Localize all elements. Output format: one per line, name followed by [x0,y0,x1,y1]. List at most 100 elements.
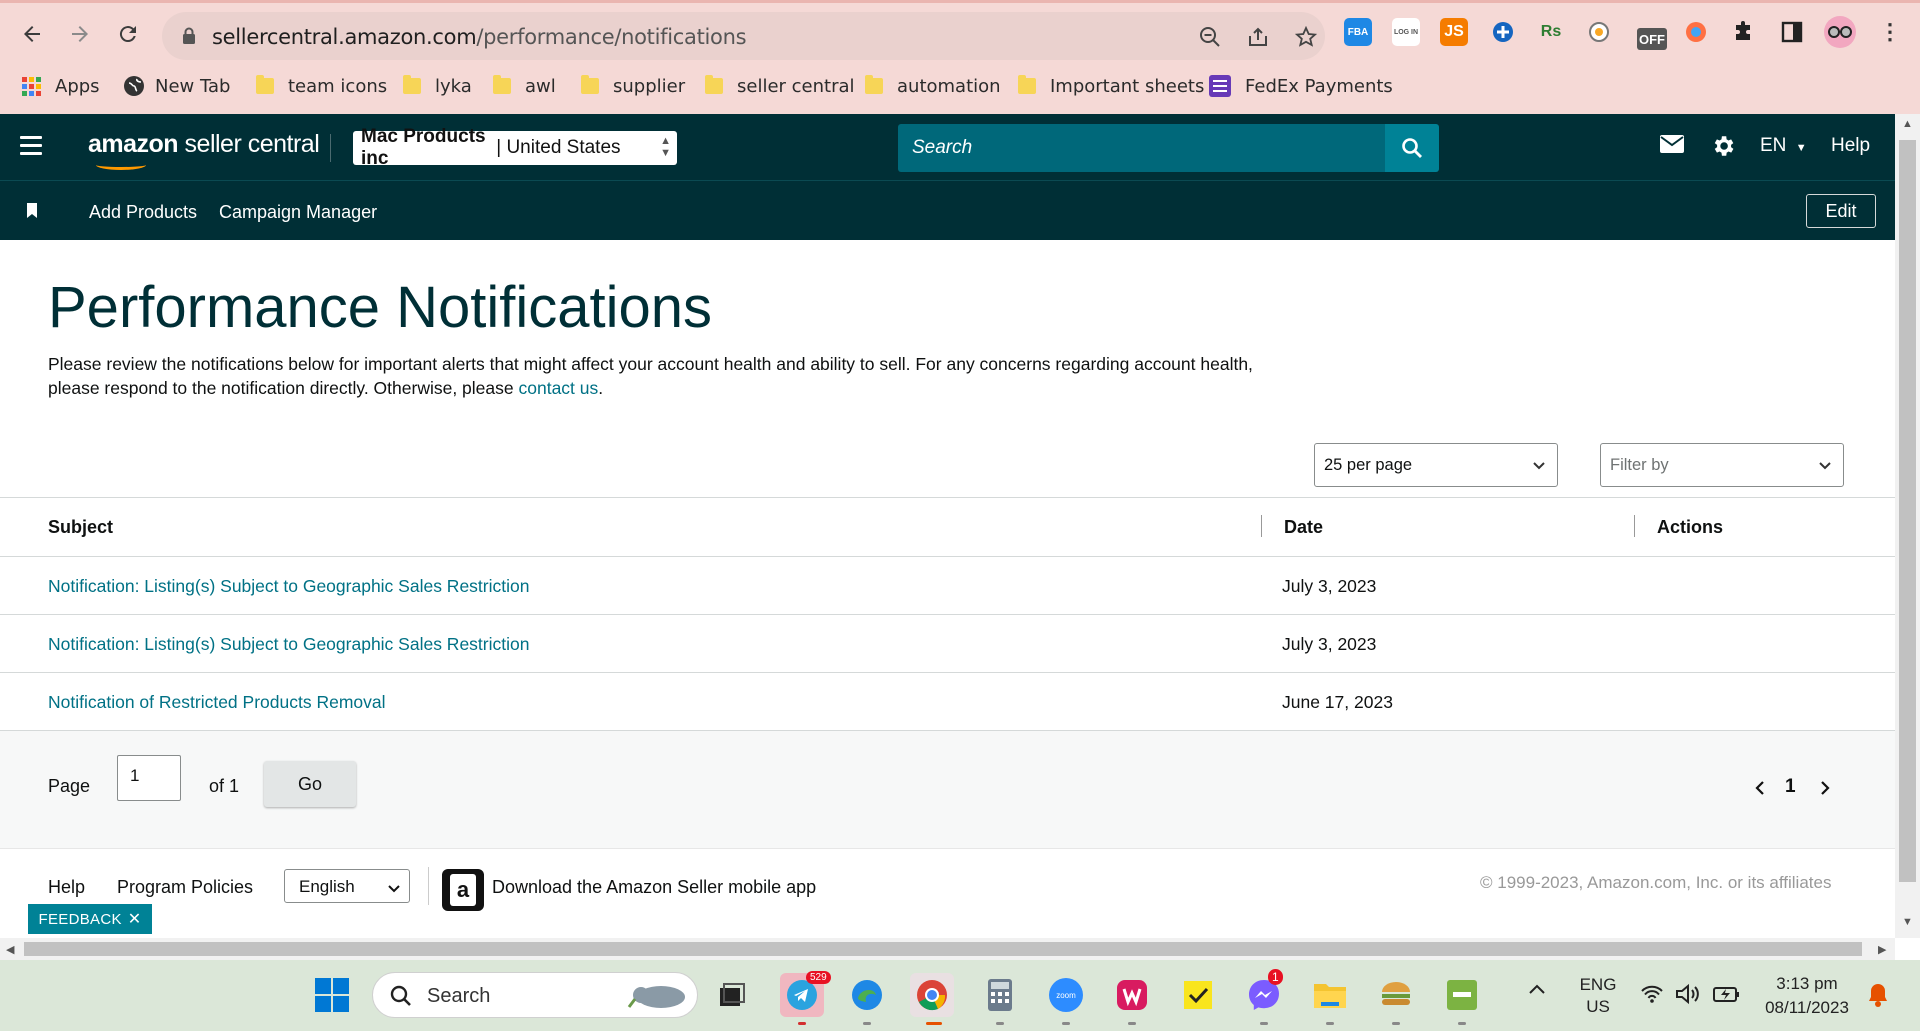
forward-icon[interactable] [64,18,96,50]
footer-language-select[interactable]: English [284,869,410,903]
fba-extension-icon[interactable]: FBA [1344,18,1372,46]
column-subject[interactable]: Subject [48,517,113,538]
download-app-link[interactable]: Download the Amazon Seller mobile app [492,877,816,898]
horizontal-scroll-thumb[interactable] [24,942,1862,956]
puzzle-icon[interactable] [1730,18,1758,46]
zoom-icon[interactable]: zoom [1044,973,1088,1017]
share-icon[interactable] [1245,24,1271,50]
dropbox-extension-icon[interactable] [1489,18,1517,46]
bookmark-icon[interactable] [26,203,38,223]
bookmark-awl[interactable]: awl [493,72,556,100]
messenger-icon[interactable]: 1 [1242,969,1286,1017]
seller-central-logo[interactable]: amazon seller central [88,130,320,170]
scroll-right-icon[interactable]: ▶ [1878,943,1886,956]
office-icon[interactable] [1110,973,1154,1017]
profile-avatar[interactable] [1824,16,1856,48]
prev-page-icon[interactable] [1754,776,1766,802]
circle-extension-icon[interactable] [1682,18,1710,46]
green-app-icon[interactable] [1440,973,1484,1017]
column-divider [1634,515,1635,537]
scroll-left-icon[interactable]: ◀ [6,943,14,956]
url-text[interactable]: sellercentral.amazon.com/performance/not… [212,25,747,49]
search-input[interactable]: Search [898,124,1385,172]
campaign-manager-link[interactable]: Campaign Manager [219,202,377,223]
tray-overflow-icon[interactable] [1528,982,1546,1000]
bookmark-lyka[interactable]: lyka [403,72,472,100]
rs-extension-icon[interactable]: Rs [1537,18,1565,46]
per-page-select[interactable]: 25 per page [1314,443,1558,487]
windows-start-icon[interactable] [310,973,354,1017]
footer-help-link[interactable]: Help [48,877,85,898]
windows-taskbar: Search 529 zoom 1 ENG US 3:13 pm 08/11/2… [0,960,1920,1031]
folder-icon [1018,75,1036,94]
sticky-notes-icon[interactable] [1176,973,1220,1017]
account-switcher[interactable]: Mac Products inc | United States ▲ ▼ [353,126,677,169]
lock-icon[interactable] [182,27,196,50]
search-button[interactable] [1385,124,1439,172]
program-policies-link[interactable]: Program Policies [117,877,253,898]
notification-subject-link[interactable]: Notification: Listing(s) Subject to Geog… [48,634,529,655]
current-page-number[interactable]: 1 [1785,776,1796,798]
js-extension-icon[interactable]: JS [1440,18,1468,46]
notification-date: July 3, 2023 [1282,634,1377,654]
reload-icon[interactable] [112,18,144,50]
hamburger-menu-icon[interactable] [20,136,42,160]
login-extension-icon[interactable]: LOG IN [1392,18,1420,46]
help-link[interactable]: Help [1831,135,1870,157]
back-icon[interactable] [16,18,48,50]
page-number-input[interactable]: 1 [117,755,181,801]
burger-app-icon[interactable] [1374,973,1418,1017]
bookmark-seller-central[interactable]: seller central [705,72,855,100]
notification-subject-link[interactable]: Notification: Listing(s) Subject to Geog… [48,576,529,597]
amazon-smile-icon [96,160,146,170]
notification-bell-icon[interactable] [1867,982,1889,1013]
task-view-icon[interactable] [710,973,754,1017]
language-switcher[interactable]: EN ▼ [1760,135,1807,157]
edge-icon[interactable] [845,973,889,1017]
bookmark-new-tab[interactable]: New Tab [123,72,230,100]
taskbar-search[interactable]: Search [372,972,698,1018]
bookmark-automation[interactable]: automation [865,72,1001,100]
add-products-link[interactable]: Add Products [89,202,197,223]
input-language[interactable]: ENG US [1574,974,1622,1018]
volume-icon[interactable] [1675,983,1701,1010]
bookmark-supplier[interactable]: supplier [581,72,685,100]
bookmark-apps[interactable]: Apps [22,72,100,100]
running-indicator [1260,1022,1268,1025]
target-extension-icon[interactable] [1585,18,1613,46]
off-extension-icon[interactable]: OFF [1637,28,1667,50]
scroll-down-icon[interactable]: ▼ [1902,916,1913,928]
bookmark-team-icons[interactable]: team icons [256,72,387,100]
settings-gear-icon[interactable] [1710,133,1736,159]
notification-subject-link[interactable]: Notification of Restricted Products Remo… [48,692,386,713]
running-indicator [996,1022,1004,1025]
feedback-button[interactable]: FEEDBACK ✕ [28,904,152,934]
star-icon[interactable] [1293,24,1319,50]
edit-button[interactable]: Edit [1806,194,1876,228]
side-panel-icon[interactable] [1778,18,1806,46]
bookmark-important-sheets[interactable]: Important sheets [1018,72,1204,100]
calculator-icon[interactable] [978,973,1022,1017]
mail-icon[interactable] [1659,134,1685,154]
close-icon[interactable]: ✕ [128,909,142,929]
go-button[interactable]: Go [264,761,356,807]
bookmark-fedex-payments[interactable]: FedEx Payments [1209,72,1393,100]
chrome-icon[interactable] [910,973,954,1017]
file-explorer-icon[interactable] [1308,973,1352,1017]
wifi-icon[interactable] [1640,984,1664,1009]
pagination-bar: Page 1 of 1 Go 1 [0,730,1895,848]
vertical-scroll-thumb[interactable] [1899,140,1916,882]
clock[interactable]: 3:13 pm 08/11/2023 [1752,972,1862,1020]
contact-us-link[interactable]: contact us [519,378,599,398]
scroll-up-icon[interactable]: ▲ [1902,118,1913,130]
telegram-icon[interactable]: 529 [780,971,831,1017]
column-date[interactable]: Date [1284,517,1323,538]
address-bar[interactable]: sellercentral.amazon.com/performance/not… [162,12,1325,60]
running-indicator [863,1022,871,1025]
next-page-icon[interactable] [1819,776,1831,802]
battery-icon[interactable] [1712,985,1740,1008]
zoom-icon[interactable] [1197,24,1223,50]
kebab-menu-icon[interactable]: ⋮ [1876,18,1904,46]
filter-by-select[interactable]: Filter by [1600,443,1844,487]
amazon-app-icon[interactable]: a [442,869,484,911]
